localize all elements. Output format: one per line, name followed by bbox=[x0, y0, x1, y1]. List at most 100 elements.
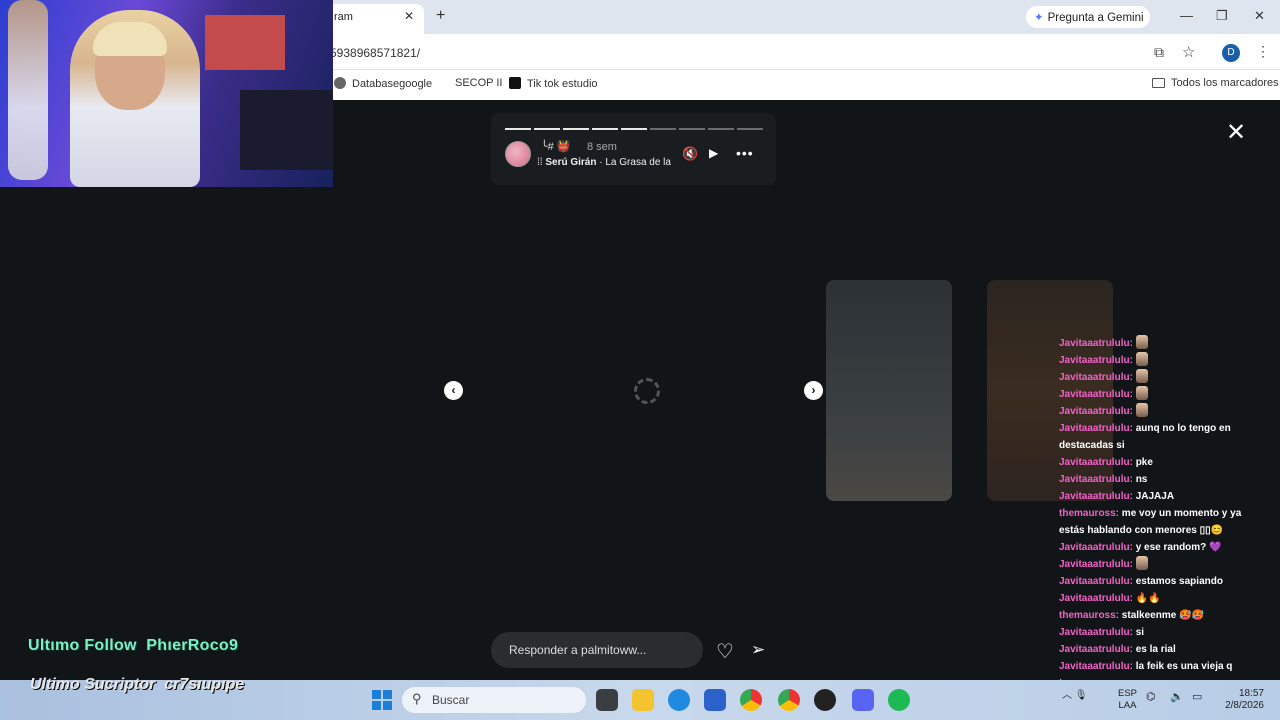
clock-date: 2/8/2026 bbox=[1225, 700, 1264, 711]
chat-message: themauross: stalkeenme 🥵🥵 bbox=[1059, 607, 1259, 624]
chat-text: ns bbox=[1135, 474, 1148, 485]
chat-username: Javitaaatrululu: bbox=[1059, 491, 1133, 502]
chat-message: Javitaaatrululu: y ese random? 💜 bbox=[1059, 539, 1259, 556]
story-progress-segment bbox=[737, 128, 763, 130]
obs-icon[interactable] bbox=[814, 689, 836, 711]
more-icon[interactable]: ••• bbox=[736, 145, 754, 161]
chat-username: Javitaaatrululu: bbox=[1059, 457, 1133, 468]
guitar bbox=[8, 0, 48, 180]
maximize-button[interactable]: ❐ bbox=[1216, 8, 1228, 24]
gemini-label: Pregunta a Gemini bbox=[1047, 12, 1144, 24]
play-icon[interactable]: ▶ bbox=[709, 146, 718, 160]
music-artist: Serú Girán bbox=[545, 157, 597, 168]
browser-menu-icon[interactable]: ⋮ bbox=[1256, 43, 1270, 60]
chat-message: Javitaaatrululu: bbox=[1059, 556, 1259, 573]
edge-icon[interactable] bbox=[668, 689, 690, 711]
bookmark-secop[interactable]: SECOP II bbox=[455, 77, 502, 89]
start-icon[interactable] bbox=[372, 690, 392, 710]
search-icon: ⚲ bbox=[412, 691, 422, 706]
tab-close-icon[interactable]: ✕ bbox=[404, 9, 414, 23]
story-progress-segment bbox=[708, 128, 734, 130]
file-explorer-icon[interactable] bbox=[632, 689, 654, 711]
send-icon[interactable]: ➢ bbox=[751, 640, 765, 660]
bookmark-label: Tik tok estudio bbox=[527, 78, 598, 90]
discord-icon[interactable] bbox=[852, 689, 874, 711]
chat-text: JAJAJA bbox=[1135, 491, 1175, 502]
chat-message: Javitaaatrululu: es la rial bbox=[1059, 641, 1259, 658]
story-username[interactable]: ╰# 👹 bbox=[541, 140, 571, 153]
heart-icon[interactable]: ♡ bbox=[716, 639, 734, 664]
network-icon[interactable]: ⌬ bbox=[1146, 690, 1156, 703]
clock-time: 18:57 bbox=[1238, 688, 1264, 699]
volume-icon[interactable]: 🔈 bbox=[1170, 690, 1184, 703]
chat-text: pke bbox=[1135, 457, 1153, 468]
chat-username: Javitaaatrululu: bbox=[1059, 406, 1133, 417]
chat-username: Javitaaatrululu: bbox=[1059, 576, 1133, 587]
last-subscriber: Ultimo Sucriptor cr7sıupıpe bbox=[30, 676, 244, 694]
bookmark-tiktok[interactable]: Tik tok estudio bbox=[509, 77, 598, 90]
story-music[interactable]: ⁞⁞ Serú Girán · La Grasa de las Capitale… bbox=[537, 157, 671, 168]
minimize-button[interactable]: — bbox=[1180, 8, 1193, 23]
mute-icon[interactable]: 🔇 bbox=[682, 146, 698, 162]
chat-username: Javitaaatrululu: bbox=[1059, 627, 1133, 638]
chat-message: Javitaaatrululu: bbox=[1059, 369, 1259, 386]
chat-username: themauross: bbox=[1059, 610, 1120, 621]
chevron-left-icon[interactable]: ‹ bbox=[444, 381, 463, 400]
gemini-spark-icon: ✦ bbox=[1034, 12, 1044, 24]
next-story-preview[interactable] bbox=[826, 280, 952, 501]
tiktok-icon bbox=[509, 77, 521, 89]
story-avatar[interactable] bbox=[505, 141, 531, 167]
chat-emote-icon bbox=[1135, 369, 1148, 383]
profile-avatar[interactable]: D bbox=[1222, 44, 1240, 62]
chat-username: Javitaaatrululu: bbox=[1059, 593, 1133, 604]
close-window-button[interactable]: ✕ bbox=[1254, 8, 1265, 24]
bookmark-star-icon[interactable]: ☆ bbox=[1182, 43, 1195, 61]
chevron-right-icon[interactable]: › bbox=[804, 381, 823, 400]
language-indicator[interactable]: ESP LAA bbox=[1118, 688, 1137, 712]
chat-emote-icon bbox=[1135, 386, 1148, 400]
lang-code: ESP bbox=[1118, 688, 1138, 699]
tab-title[interactable]: ram bbox=[334, 11, 353, 23]
new-tab-button[interactable]: + bbox=[436, 7, 445, 25]
chrome-icon[interactable] bbox=[740, 689, 762, 711]
reply-input[interactable]: Responder a palmitoww... bbox=[491, 632, 703, 668]
task-view-icon[interactable] bbox=[596, 689, 618, 711]
last-follow-label: Ultımo Follow bbox=[28, 637, 137, 654]
story-progress-segment bbox=[650, 128, 676, 130]
story-progress-segment bbox=[534, 128, 560, 130]
chat-username: Javitaaatrululu: bbox=[1059, 423, 1133, 434]
taskbar-search[interactable]: ⚲ Buscar bbox=[402, 687, 586, 713]
chat-message: Javitaaatrululu: si bbox=[1059, 624, 1259, 641]
url-field[interactable]: 5938968571821/ bbox=[330, 46, 420, 60]
clock[interactable]: 18:57 2/8/2026 bbox=[1222, 688, 1264, 712]
chat-message: Javitaaatrululu: estamos sapiando bbox=[1059, 573, 1259, 590]
story-progress-segment bbox=[621, 128, 647, 130]
chat-message: Javitaaatrululu: 🔥🔥 bbox=[1059, 590, 1259, 607]
tray-icons[interactable]: ︿ 🎙 bbox=[1062, 686, 1087, 701]
story-header bbox=[491, 113, 776, 185]
all-bookmarks-folder[interactable]: Todos los marcadores bbox=[1152, 77, 1279, 89]
music-track: · La Grasa de las Capitales bbox=[599, 157, 671, 168]
story-progress-segment bbox=[592, 128, 618, 130]
chat-message: Javitaaatrululu: bbox=[1059, 352, 1259, 369]
store-icon[interactable] bbox=[704, 689, 726, 711]
story-progress-segment bbox=[505, 128, 531, 130]
gemini-button[interactable]: ✦ Pregunta a Gemini bbox=[1026, 6, 1150, 28]
chat-message: themauross: me voy un momento y ya estás… bbox=[1059, 505, 1259, 539]
last-follow: Ultımo Follow PhıerRoco9 bbox=[28, 637, 238, 655]
last-sub-name: cr7sıupıpe bbox=[164, 676, 245, 693]
chat-username: Javitaaatrululu: bbox=[1059, 542, 1133, 553]
chat-username: Javitaaatrululu: bbox=[1059, 338, 1133, 349]
spotify-icon[interactable] bbox=[888, 689, 910, 711]
stream-chat: Javitaaatrululu: Javitaaatrululu: Javita… bbox=[1059, 335, 1259, 695]
last-follow-name: PhıerRoco9 bbox=[146, 637, 239, 654]
webcam-overlay bbox=[0, 0, 333, 187]
close-icon[interactable]: ✕ bbox=[1226, 118, 1246, 147]
chat-username: themauross: bbox=[1059, 508, 1120, 519]
chat-message: Javitaaatrululu: bbox=[1059, 403, 1259, 420]
battery-icon[interactable]: ▭ bbox=[1192, 690, 1202, 703]
install-app-icon[interactable]: ⧉ bbox=[1154, 44, 1164, 61]
chrome-profile-icon[interactable] bbox=[778, 689, 800, 711]
bookmark-databasegoogle[interactable]: Databasegoogle bbox=[334, 77, 432, 90]
folder-icon bbox=[1152, 78, 1165, 88]
